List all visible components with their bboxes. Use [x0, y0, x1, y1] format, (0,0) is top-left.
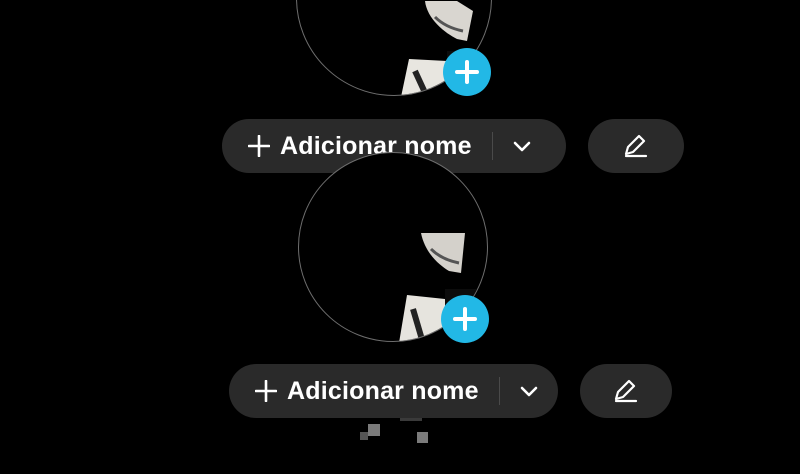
pencil-icon — [614, 379, 638, 403]
add-photo-icon — [453, 307, 477, 331]
edit-button[interactable] — [580, 364, 672, 418]
plus-icon — [248, 135, 270, 157]
edit-button[interactable] — [588, 119, 684, 173]
chevron-down-icon — [513, 141, 531, 152]
plus-icon — [255, 380, 277, 402]
add-name-label: Adicionar nome — [287, 376, 479, 405]
pixel-artifact — [400, 418, 422, 421]
expand-dropdown-button[interactable] — [493, 119, 551, 173]
add-photo-button[interactable] — [441, 295, 489, 343]
chevron-down-icon — [520, 386, 538, 397]
pixel-artifact — [360, 432, 368, 440]
pixel-artifact — [417, 432, 428, 443]
add-name-button[interactable]: Adicionar nome — [229, 364, 499, 418]
add-photo-button[interactable] — [443, 48, 491, 96]
add-photo-icon — [455, 60, 479, 84]
pencil-icon — [624, 134, 648, 158]
pixel-artifact — [368, 424, 380, 436]
add-name-pill: Adicionar nome — [229, 364, 558, 418]
expand-dropdown-button[interactable] — [500, 364, 558, 418]
